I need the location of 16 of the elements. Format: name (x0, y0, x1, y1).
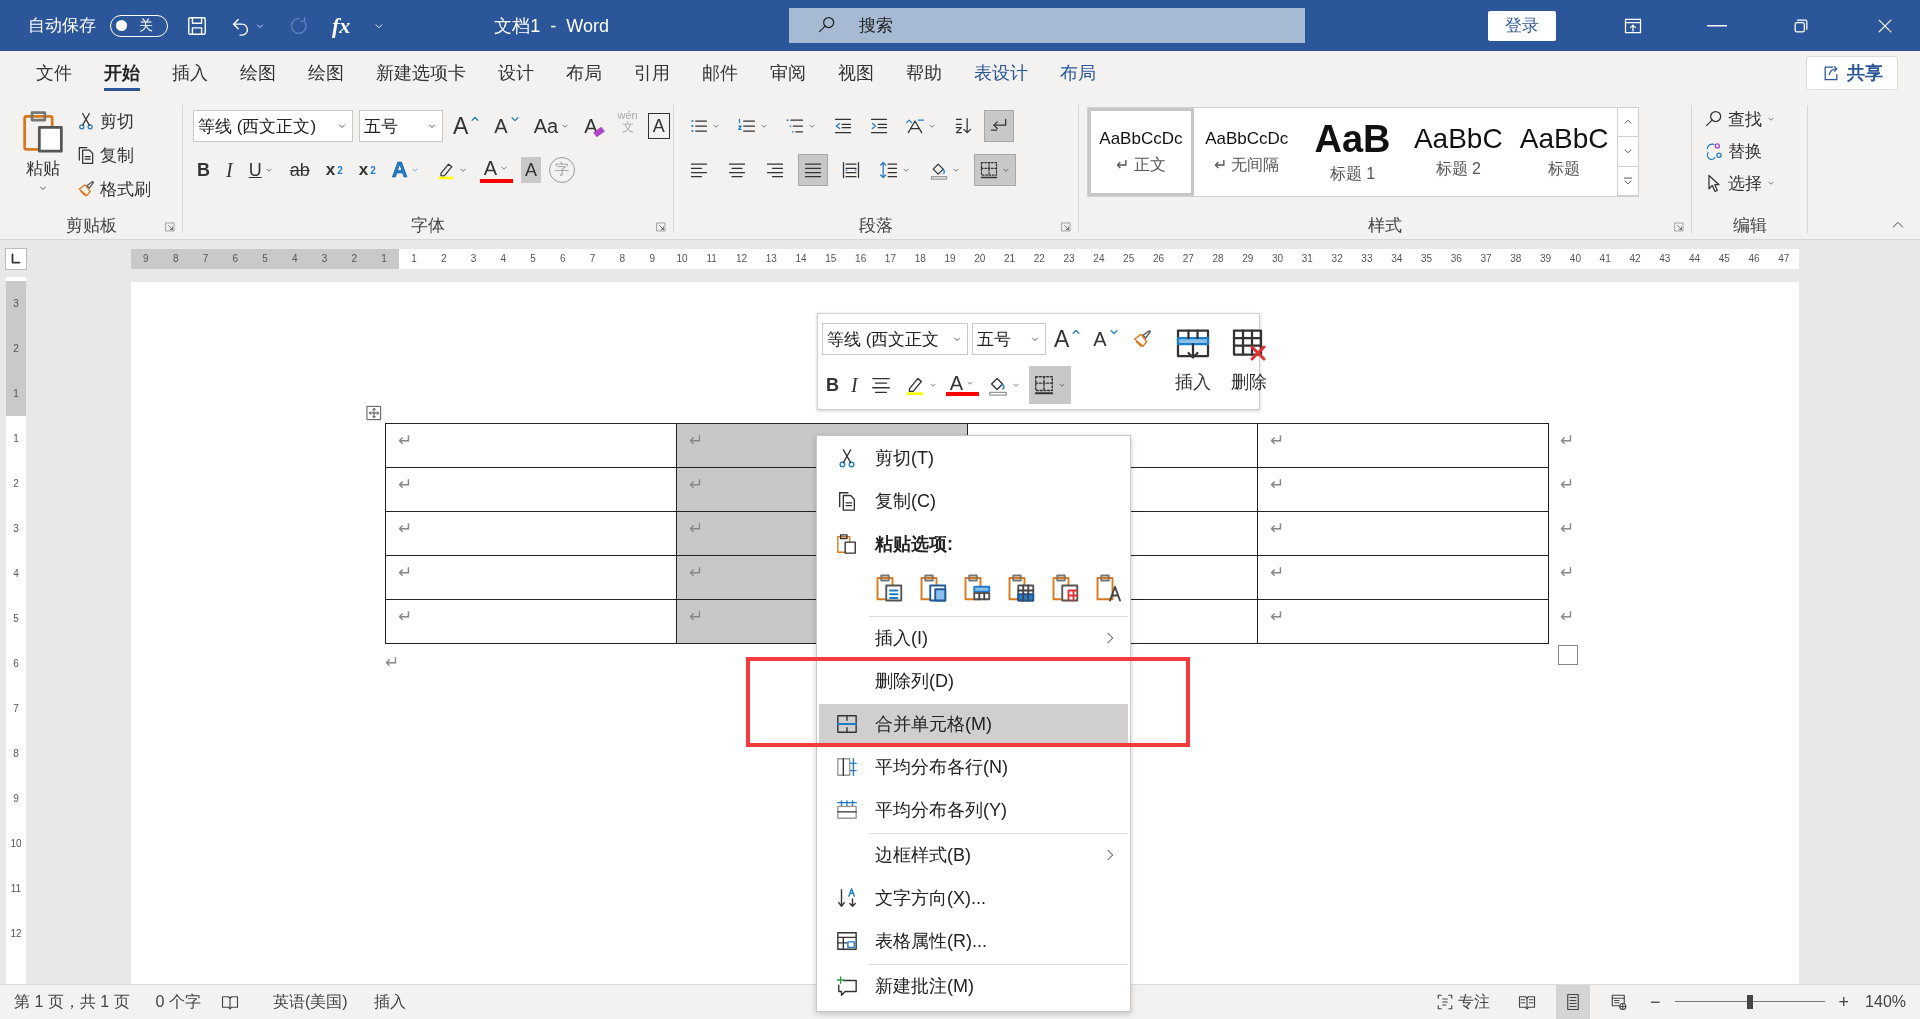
group-label: 段落 (859, 214, 893, 237)
horizontal-ruler: 9 8 7 6 5 4 3 2 1 1 2 3 4 5 6 7 8 9 10 11 12 13 14 15 16 17 18 19 20 21 22 23 24 25 26 27 28 29 30 31 32 33 34 35 36 37 38 39 40 41 42 43 44 45 46 47 (131, 248, 1799, 269)
row-end-mark: ↵ (1560, 474, 1574, 495)
document-title: 文档1 - Word (494, 14, 610, 38)
group-label: 字体 (411, 214, 445, 237)
row-end-mark: ↵ (1560, 562, 1574, 583)
vertical-ruler: 3 2 1 1 2 3 4 5 6 7 8 9 10 11 12 (6, 277, 26, 987)
group-label: 编辑 (1732, 214, 1767, 237)
row-end-mark: ↵ (1560, 518, 1574, 539)
paragraph-mark: ↵ (385, 652, 400, 673)
autosave-label: 自动保存 (28, 15, 96, 37)
row-end-mark: ↵ (1560, 430, 1574, 451)
row-end-mark: ↵ (1560, 606, 1574, 627)
group-label: 样式 (1368, 214, 1402, 237)
menu-header: 粘贴选项: (875, 532, 954, 556)
group-label: 剪贴板 (65, 214, 117, 237)
